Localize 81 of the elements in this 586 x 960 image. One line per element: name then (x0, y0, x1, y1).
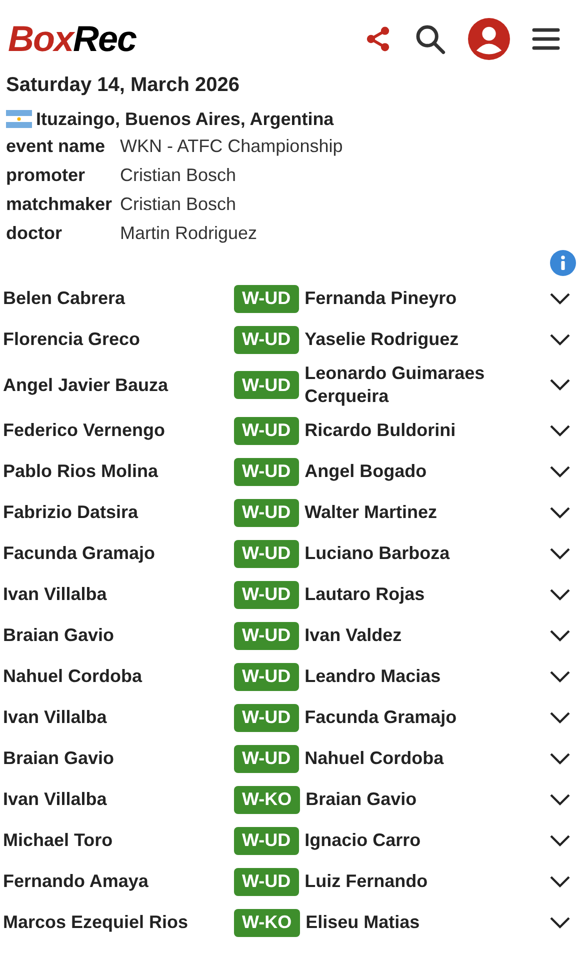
opponent-name[interactable]: Leandro Macias (304, 665, 535, 688)
winner-name[interactable]: Ivan Villalba (0, 706, 234, 729)
chevron-down-icon[interactable] (550, 379, 570, 391)
chevron-down-icon[interactable] (550, 548, 570, 560)
winner-name[interactable]: Michael Toro (0, 829, 234, 852)
event-location: Ituzaingo, Buenos Aires, Argentina (36, 108, 334, 131)
winner-name[interactable]: Fabrizio Datsira (0, 501, 234, 524)
winner-name[interactable]: Florencia Greco (0, 328, 234, 351)
info-icon[interactable] (550, 250, 576, 276)
opponent-name[interactable]: Ignacio Carro (304, 829, 535, 852)
opponent-name[interactable]: Ricardo Buldorini (304, 419, 535, 442)
detail-value: WKN - ATFC Championship (120, 135, 343, 158)
result-badge: W-UD (234, 458, 299, 486)
chevron-down-icon[interactable] (550, 630, 570, 642)
result-badge: W-UD (234, 868, 299, 896)
result-badge: W-UD (234, 622, 299, 650)
result-badge: W-UD (234, 580, 299, 608)
opponent-name[interactable]: Walter Martinez (304, 501, 535, 524)
chevron-down-icon[interactable] (550, 712, 570, 724)
chevron-down-icon[interactable] (550, 588, 570, 600)
opponent-name[interactable]: Luiz Fernando (304, 870, 535, 893)
chevron-down-icon[interactable] (550, 292, 570, 304)
chevron-down-icon[interactable] (550, 834, 570, 846)
detail-label: event name (6, 135, 106, 158)
opponent-name[interactable]: Nahuel Cordoba (304, 747, 535, 770)
menu-icon[interactable] (532, 27, 560, 51)
user-avatar-icon[interactable] (468, 18, 510, 60)
opponent-name[interactable]: Fernanda Pineyro (304, 287, 535, 310)
search-icon[interactable] (414, 23, 446, 55)
opponent-name[interactable]: Angel Bogado (304, 460, 535, 483)
result-badge: W-UD (234, 744, 299, 772)
winner-name[interactable]: Ivan Villalba (0, 583, 234, 606)
logo[interactable]: BoxRec (8, 21, 136, 57)
chevron-down-icon[interactable] (550, 670, 570, 682)
chevron-down-icon[interactable] (550, 506, 570, 518)
winner-name[interactable]: Angel Javier Bauza (0, 374, 234, 396)
winner-name[interactable]: Belen Cabrera (0, 287, 234, 310)
winner-name[interactable]: Fernando Amaya (0, 870, 234, 893)
detail-label: promoter (6, 164, 86, 187)
opponent-name[interactable]: Facunda Gramajo (304, 706, 535, 729)
winner-name[interactable]: Braian Gavio (0, 747, 234, 770)
opponent-name[interactable]: Luciano Barboza (304, 542, 535, 565)
winner-name[interactable]: Federico Vernengo (0, 419, 234, 442)
chevron-down-icon[interactable] (550, 752, 570, 764)
opponent-name[interactable]: Eliseu Matias (306, 911, 536, 934)
opponent-name[interactable]: Braian Gavio (306, 788, 536, 811)
result-badge: W-KO (234, 908, 300, 936)
result-badge: W-UD (234, 326, 299, 354)
result-badge: W-UD (234, 371, 299, 399)
opponent-name[interactable]: Ivan Valdez (304, 624, 535, 647)
winner-name[interactable]: Ivan Villalba (0, 788, 234, 811)
opponent-name[interactable]: Leonardo Guimaraes Cerqueira (304, 362, 535, 408)
detail-value: Cristian Bosch (120, 164, 236, 187)
chevron-down-icon[interactable] (550, 876, 570, 888)
detail-value: Cristian Bosch (120, 193, 236, 216)
result-badge: W-UD (234, 662, 299, 690)
winner-name[interactable]: Marcos Ezequiel Rios (0, 911, 234, 934)
chevron-down-icon[interactable] (550, 794, 570, 806)
result-badge: W-UD (234, 416, 299, 444)
share-icon[interactable] (364, 25, 392, 53)
opponent-name[interactable]: Lautaro Rojas (304, 583, 535, 606)
chevron-down-icon[interactable] (550, 424, 570, 436)
winner-name[interactable]: Facunda Gramajo (0, 542, 234, 565)
flag-icon (6, 110, 32, 128)
detail-value: Martin Rodriguez (120, 222, 258, 245)
result-badge: W-UD (234, 826, 299, 854)
result-badge: W-UD (234, 498, 299, 526)
result-badge: W-UD (234, 284, 299, 312)
result-badge: W-KO (234, 786, 300, 814)
winner-name[interactable]: Pablo Rios Molina (0, 460, 234, 483)
opponent-name[interactable]: Yaselie Rodriguez (304, 328, 535, 351)
result-badge: W-UD (234, 540, 299, 568)
event-date: Saturday 14, March 2026 (6, 73, 240, 98)
chevron-down-icon[interactable] (550, 466, 570, 478)
result-badge: W-UD (234, 704, 299, 732)
winner-name[interactable]: Nahuel Cordoba (0, 665, 234, 688)
chevron-down-icon[interactable] (550, 334, 570, 346)
winner-name[interactable]: Braian Gavio (0, 624, 234, 647)
chevron-down-icon[interactable] (550, 916, 570, 928)
detail-label: matchmaker (6, 193, 114, 216)
detail-label: doctor (6, 222, 63, 245)
